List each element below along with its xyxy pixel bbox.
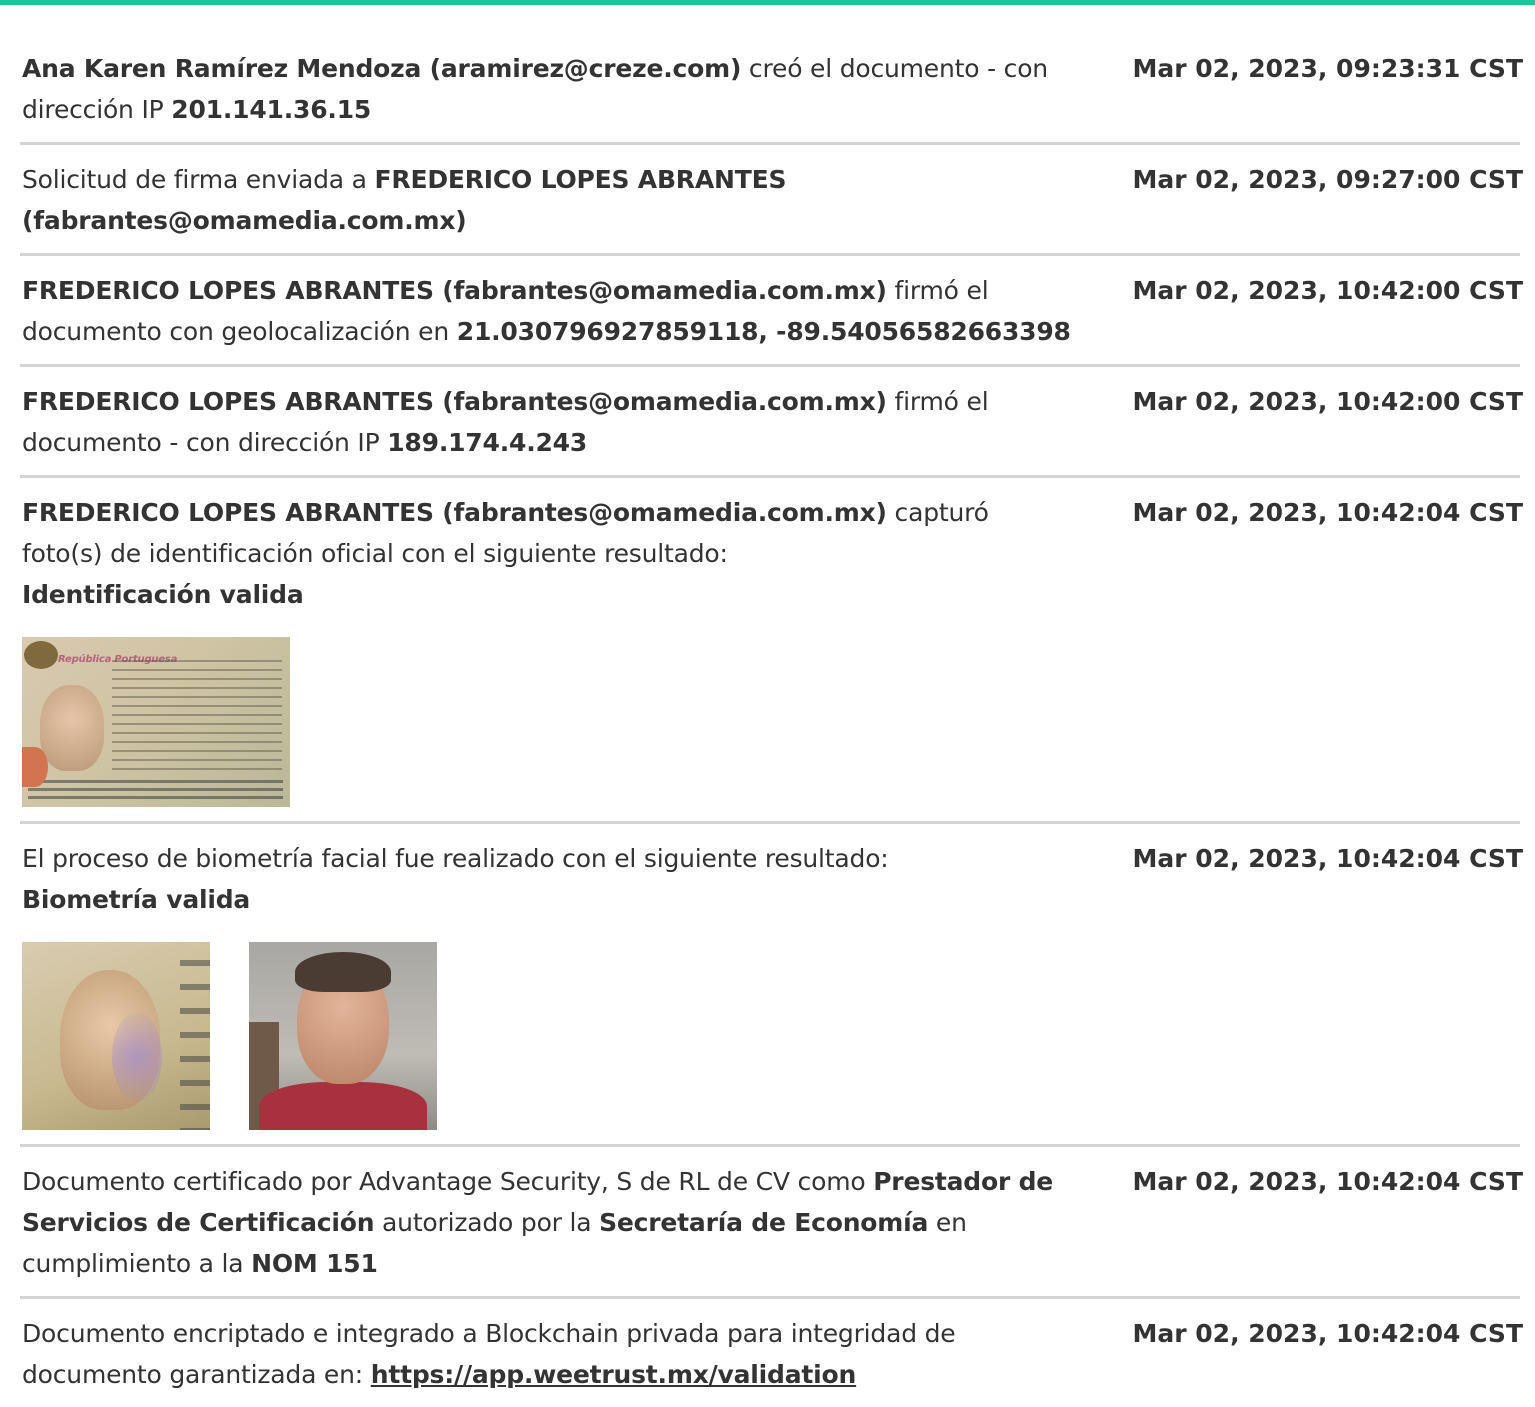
event-description: El proceso de biometría facial fue reali… xyxy=(22,838,1072,1132)
audit-event-certification: Documento certificado por Advantage Secu… xyxy=(20,1147,1523,1299)
passport-photo: República Portuguesa xyxy=(22,637,290,807)
event-timestamp: Mar 02, 2023, 09:27:00 CST xyxy=(1132,165,1524,194)
event-timestamp: Mar 02, 2023, 09:23:31 CST xyxy=(1132,54,1524,83)
audit-event-biometrics: El proceso de biometría facial fue reali… xyxy=(20,824,1523,1147)
passport-seal-icon xyxy=(24,641,58,669)
event-timestamp: Mar 02, 2023, 10:42:00 CST xyxy=(1132,276,1524,305)
event-timestamp: Mar 02, 2023, 10:42:04 CST xyxy=(1132,498,1524,527)
selfie-photo xyxy=(249,942,437,1130)
event-description: FREDERICO LOPES ABRANTES (fabrantes@omam… xyxy=(22,387,989,457)
event-description: Solicitud de firma enviada a FREDERICO L… xyxy=(22,165,787,235)
validation-link[interactable]: https://app.weetrust.mx/validation xyxy=(371,1360,857,1389)
event-timestamp: Mar 02, 2023, 10:42:04 CST xyxy=(1132,1319,1524,1348)
audit-event-created: Ana Karen Ramírez Mendoza (aramirez@crez… xyxy=(20,35,1523,145)
audit-event-signed-geolocation: FREDERICO LOPES ABRANTES (fabrantes@omam… xyxy=(20,256,1523,367)
event-description: Documento certificado por Advantage Secu… xyxy=(22,1167,1054,1278)
event-description: Documento encriptado e integrado a Block… xyxy=(22,1319,956,1389)
audit-event-id-capture: FREDERICO LOPES ABRANTES (fabrantes@omam… xyxy=(20,478,1523,824)
audit-event-signature-request: Solicitud de firma enviada a FREDERICO L… xyxy=(20,145,1523,256)
event-timestamp: Mar 02, 2023, 10:42:00 CST xyxy=(1132,387,1524,416)
event-timestamp: Mar 02, 2023, 10:42:04 CST xyxy=(1132,1167,1524,1196)
event-timestamp: Mar 02, 2023, 10:42:04 CST xyxy=(1132,844,1524,873)
biometric-result: Biometría valida xyxy=(22,885,251,914)
audit-log: Ana Karen Ramírez Mendoza (aramirez@crez… xyxy=(20,35,1523,1407)
id-face-crop-photo xyxy=(22,942,210,1130)
top-accent-bar xyxy=(0,0,1535,5)
event-description: FREDERICO LOPES ABRANTES (fabrantes@omam… xyxy=(22,492,1072,809)
audit-event-blockchain: Documento encriptado e integrado a Block… xyxy=(20,1299,1523,1407)
audit-event-signed-ip: FREDERICO LOPES ABRANTES (fabrantes@omam… xyxy=(20,367,1523,478)
event-description: Ana Karen Ramírez Mendoza (aramirez@crez… xyxy=(22,54,1048,124)
event-description: FREDERICO LOPES ABRANTES (fabrantes@omam… xyxy=(22,276,1071,346)
id-result: Identificación valida xyxy=(22,580,304,609)
